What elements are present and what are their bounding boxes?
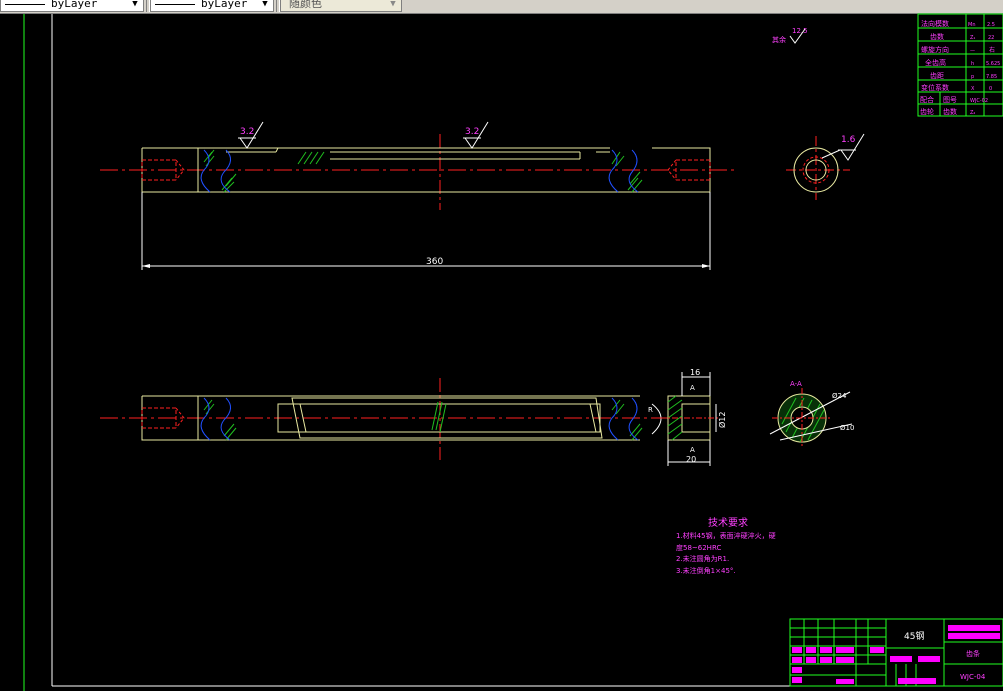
rack-front-view: 360 3.2 3.2	[100, 121, 735, 270]
svg-text:齿距: 齿距	[930, 72, 944, 80]
svg-text:Ø24: Ø24	[832, 392, 847, 400]
svg-text:7.85: 7.85	[986, 74, 997, 80]
svg-text:图号: 图号	[943, 96, 957, 104]
svg-text:1.材料45钢，表面淬硬淬火，硬: 1.材料45钢，表面淬硬淬火，硬	[676, 531, 776, 540]
svg-text:度58~62HRC: 度58~62HRC	[676, 543, 721, 552]
svg-text:2.未注圆角为R1.: 2.未注圆角为R1.	[676, 554, 729, 563]
rack-section-view: R	[100, 378, 680, 460]
svg-text:3.2: 3.2	[240, 127, 254, 137]
svg-text:齿轮: 齿轮	[920, 107, 934, 116]
svg-text:0: 0	[989, 86, 992, 92]
svg-text:其余: 其余	[772, 35, 786, 44]
svg-text:变位系数: 变位系数	[921, 83, 949, 92]
rack-edge	[275, 147, 279, 153]
dim-length-label: 360	[426, 257, 443, 267]
roughness-symbol: 3.2	[463, 121, 489, 149]
section-aa: A-A Ø24 Ø10	[769, 380, 854, 448]
svg-text:WJC-04: WJC-04	[960, 673, 986, 681]
svg-text:20: 20	[686, 455, 696, 464]
svg-text:22: 22	[988, 35, 994, 41]
svg-text:p: p	[971, 74, 974, 80]
break-hatch	[203, 149, 643, 193]
roughness-symbol: 3.2	[238, 121, 264, 149]
svg-text:16: 16	[690, 368, 700, 377]
rack-end-view: 1.6	[786, 133, 865, 200]
svg-text:全齿高: 全齿高	[925, 58, 946, 67]
svg-text:法向模数: 法向模数	[921, 19, 949, 28]
svg-text:h: h	[971, 61, 974, 67]
svg-text:齿数: 齿数	[943, 107, 957, 116]
hole-detail: 16 A 20 A Ø12	[660, 368, 727, 466]
svg-text:A-A: A-A	[790, 380, 802, 388]
gear-parameter-table: 法向模数 Mn 2.5 齿数 Z₁ 22 螺旋方向 — 右 全齿高 h 5.62…	[917, 13, 1003, 117]
svg-text:技术要求: 技术要求	[708, 516, 748, 529]
svg-text:配合: 配合	[920, 95, 934, 104]
svg-text:2.5: 2.5	[987, 22, 995, 28]
svg-text:1.6: 1.6	[841, 135, 856, 145]
svg-text:A: A	[690, 446, 695, 454]
title-block: 45钢 齿条 WJC-04	[789, 618, 1003, 687]
svg-text:45钢: 45钢	[904, 630, 924, 642]
technical-requirements: 技术要求 1.材料45钢，表面淬硬淬火，硬 度58~62HRC 2.未注圆角为R…	[676, 516, 776, 575]
svg-text:齿数: 齿数	[930, 32, 944, 41]
break-line	[200, 149, 211, 193]
svg-text:螺旋方向: 螺旋方向	[921, 45, 949, 54]
svg-text:Ø12: Ø12	[717, 412, 727, 428]
svg-text:5.625: 5.625	[986, 61, 1000, 67]
svg-text:12.5: 12.5	[792, 27, 808, 35]
svg-text:Z₁: Z₁	[970, 35, 975, 41]
svg-text:WJC-02: WJC-02	[970, 98, 988, 104]
svg-text:R: R	[648, 406, 653, 414]
svg-text:A: A	[690, 384, 695, 392]
svg-text:X: X	[971, 86, 975, 92]
svg-text:3.2: 3.2	[465, 127, 479, 137]
svg-text:右: 右	[989, 46, 995, 54]
drawing-canvas[interactable]: 360 3.2 3.2 1.6 12.5 其余 R 16 A 20 A Ø12 …	[0, 0, 1003, 691]
svg-text:Mn: Mn	[968, 22, 975, 28]
svg-text:Z₂: Z₂	[970, 110, 975, 116]
svg-text:3.未注倒角1×45°.: 3.未注倒角1×45°.	[676, 566, 736, 575]
break-line	[608, 149, 619, 193]
roughness-other: 12.5 其余	[772, 27, 808, 44]
svg-text:齿条: 齿条	[966, 649, 980, 658]
svg-text:Ø10: Ø10	[840, 424, 854, 432]
svg-text:—: —	[970, 48, 975, 54]
